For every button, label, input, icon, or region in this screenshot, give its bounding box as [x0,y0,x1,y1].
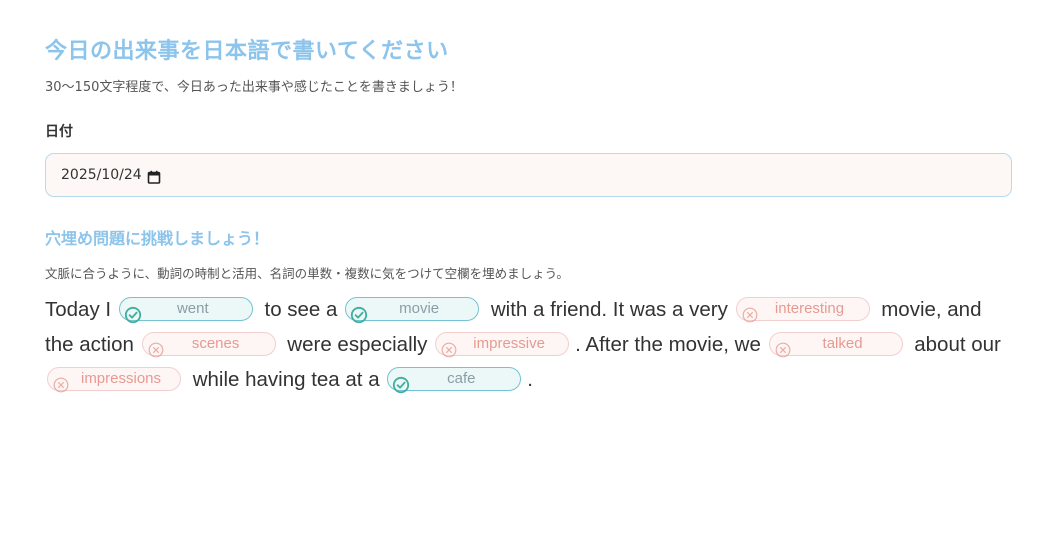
passage-text: were especially [281,333,434,356]
x-circle-icon [440,335,458,357]
exercise-title: 穴埋め問題に挑戦しましょう！ [45,229,270,248]
check-circle-icon [124,300,142,323]
check-circle-icon [350,300,368,323]
page-subtitle: 30～150文字程度で、今日あった出来事や感じたことを書きましょう！ [45,80,463,95]
x-circle-icon [741,300,759,322]
x-circle-icon [52,370,70,392]
blank-answer: impressions [80,370,162,388]
blank-movie-correct[interactable]: movie [345,296,480,323]
exercise-instruction: 文脈に合うように、動詞の時制と活用、名詞の単数・複数に気をつけて空欄を埋めましょ… [45,266,569,281]
passage-text: with a friend. It was a very [485,298,734,321]
blank-cafe-correct[interactable]: cafe [387,366,522,393]
blank-interesting-incorrect[interactable]: interesting [735,296,870,322]
calendar-icon[interactable] [147,169,161,184]
check-circle-icon [392,370,410,393]
blank-impressive-incorrect[interactable]: impressive [435,331,570,357]
date-label: 日付 [45,124,73,140]
passage-text: about our [908,333,1001,356]
blank-talked-incorrect[interactable]: talked [768,331,903,357]
diary-page: 今日の出来事を日本語で書いてください 30～150文字程度で、今日あった出来事や… [45,36,1014,397]
blank-impressions-incorrect[interactable]: impressions [47,366,181,392]
blank-answer: impressive [473,335,545,353]
passage-text: while having tea at a [187,368,386,391]
page-title: 今日の出来事を日本語で書いてください [45,39,449,64]
blank-answer: cafe [447,370,476,388]
x-circle-icon [147,335,165,357]
passage-text: . [527,368,533,391]
blank-answer: movie [399,300,440,318]
date-value: 2025/10/24 [61,167,142,183]
date-input[interactable]: 2025/10/24 [45,153,1012,197]
blank-answer: went [176,300,209,318]
cloze-passage: Today I went to see a movie with a frien… [45,292,1014,397]
blank-answer: interesting [774,300,845,318]
passage-text: to see a [258,298,344,321]
passage-text: . After the movie, we [575,333,767,356]
x-circle-icon [774,335,792,357]
blank-went-correct[interactable]: went [118,296,253,323]
blank-answer: scenes [191,335,240,353]
blank-scenes-incorrect[interactable]: scenes [141,331,276,357]
passage-text: Today I [45,298,117,321]
blank-answer: talked [822,335,863,353]
